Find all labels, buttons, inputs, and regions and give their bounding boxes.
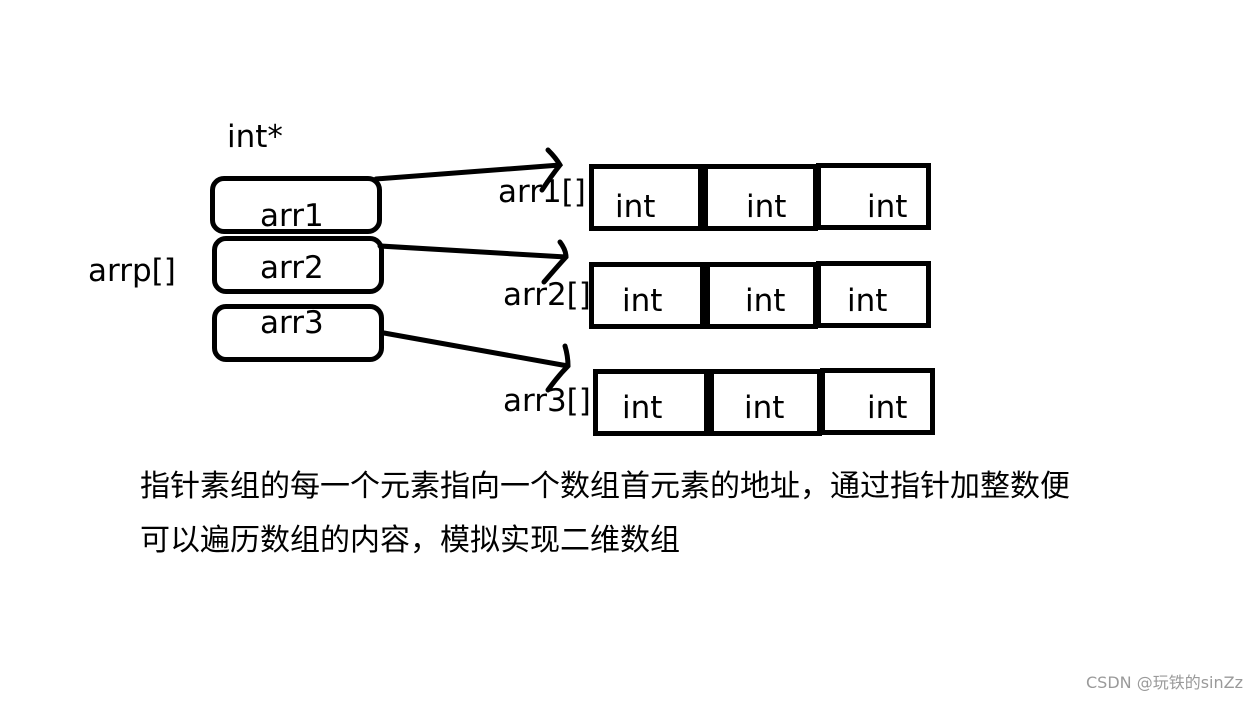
cell-type: int xyxy=(746,189,787,225)
cell-type: int xyxy=(615,189,656,225)
array-cell: int xyxy=(593,369,709,436)
cell-type: int xyxy=(622,390,663,426)
array-cell: int xyxy=(709,369,822,436)
watermark: CSDN @玩铁的sinZz xyxy=(1086,673,1243,692)
array-cell: int xyxy=(816,261,931,328)
array-cell: int xyxy=(703,164,818,231)
cell-type: int xyxy=(745,283,786,319)
arrow-arr3 xyxy=(381,330,571,393)
caption-line-1: 指针素组的每一个元素指向一个数组首元素的地址，通过指针加整数便 xyxy=(140,469,1070,504)
cell-type: int xyxy=(867,189,908,225)
array-cell: int xyxy=(589,164,703,231)
array-cell: int xyxy=(589,262,705,329)
array-cell: int xyxy=(816,163,931,230)
array-cell: int xyxy=(705,262,818,329)
caption-line-2: 可以遍历数组的内容，模拟实现二维数组 xyxy=(140,523,680,558)
cell-type: int xyxy=(744,390,785,426)
cell-type: int xyxy=(622,283,663,319)
row-label-arr3: arr3[] xyxy=(503,383,591,419)
cell-type: int xyxy=(867,390,908,426)
row-label-arr2: arr2[] xyxy=(503,277,591,313)
row-label-arr1: arr1[] xyxy=(498,174,586,210)
cell-type: int xyxy=(847,283,888,319)
array-cell: int xyxy=(820,368,935,435)
pointer-arrows xyxy=(373,147,571,393)
arrow-arr2 xyxy=(377,239,569,285)
